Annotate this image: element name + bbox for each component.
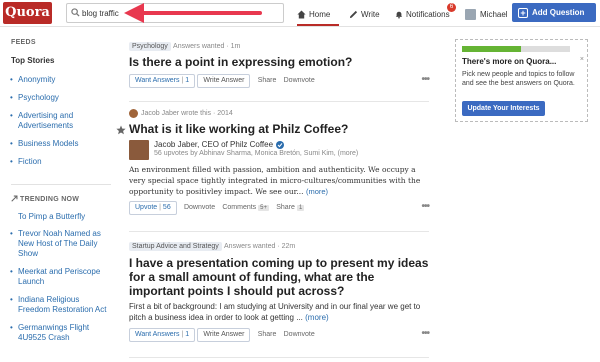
pencil-icon — [349, 10, 358, 18]
more-options-icon[interactable]: ••• — [421, 74, 429, 85]
downvote-button[interactable]: Downvote — [284, 331, 315, 338]
question-title[interactable]: I have a presentation coming up to prese… — [129, 256, 429, 298]
sidebar-item-advertising[interactable]: Advertising and Advertisements — [8, 111, 108, 131]
more-link[interactable]: (more) — [306, 187, 328, 196]
downvote-button[interactable]: Downvote — [184, 204, 215, 211]
nav-write-label: Write — [361, 9, 380, 19]
trending-item[interactable]: To Pimp a Butterfly — [8, 212, 108, 221]
comments-count: 5+ — [258, 205, 270, 211]
trending-item[interactable]: Meerkat and Periscope Launch — [8, 267, 108, 287]
home-icon — [297, 9, 306, 19]
answer-preview-text: An environment filled with passion, ambi… — [129, 165, 421, 196]
trending-arrow-icon — [11, 195, 18, 202]
feed-divider — [129, 357, 429, 358]
notifications-count-badge: 6 — [447, 3, 456, 12]
feed-divider — [129, 101, 429, 102]
card-title: There's more on Quora... — [462, 57, 557, 66]
onboarding-card: × There's more on Quora... Pick new peop… — [455, 39, 588, 122]
share-button[interactable]: Share — [258, 331, 277, 338]
feed-item-answer: Jacob Jaber wrote this · 2014 What is it… — [116, 109, 430, 215]
plus-icon: + — [518, 7, 528, 18]
want-answers-label: Want Answers — [135, 77, 180, 84]
question-meta: Answers wanted · 22m — [224, 243, 296, 250]
feed-item-question: Psychology Answers wanted · 1m Is there … — [129, 41, 430, 88]
share-label: Share — [276, 204, 295, 211]
nav-notifications[interactable]: Notifications — [395, 6, 450, 22]
more-link[interactable]: (more) — [305, 313, 329, 322]
share-button[interactable]: Share 1 — [276, 204, 305, 211]
annotation-arrow-icon — [124, 3, 262, 23]
feeds-heading: FEEDS — [11, 39, 36, 46]
nav-user[interactable]: Michael — [465, 6, 508, 22]
add-question-button[interactable]: + Add Question — [512, 3, 596, 22]
nav-home-label: Home — [309, 9, 331, 19]
question-title[interactable]: What is it like working at Philz Coffee? — [129, 122, 429, 136]
feed-item-question: Startup Advice and Strategy Answers want… — [129, 241, 430, 342]
answer-meta: Jacob Jaber wrote this · 2014 — [141, 110, 233, 117]
author-name[interactable]: Jacob Jaber, CEO of Philz Coffee — [154, 140, 273, 149]
nav-write[interactable]: Write — [349, 6, 380, 22]
sidebar-item-psychology[interactable]: Psychology — [8, 93, 108, 103]
downvote-button[interactable]: Downvote — [284, 77, 315, 84]
comments-button[interactable]: Comments 5+ — [222, 204, 270, 211]
bell-icon — [395, 11, 403, 18]
trending-heading-label: TRENDING NOW — [20, 196, 80, 203]
author-avatar[interactable] — [129, 140, 149, 160]
share-button[interactable]: Share — [258, 77, 277, 84]
want-answers-count: 1 — [185, 77, 190, 84]
user-avatar — [465, 8, 476, 20]
more-options-icon[interactable]: ••• — [421, 328, 429, 339]
trending-heading: TRENDING NOW — [11, 195, 79, 203]
interests-progress-bar — [462, 46, 570, 52]
want-answers-button[interactable]: Want Answers | 1 — [129, 74, 196, 88]
sidebar-divider — [11, 184, 111, 185]
add-question-label: Add Question — [532, 8, 585, 17]
answer-preview: An environment filled with passion, ambi… — [129, 164, 429, 197]
search-icon — [71, 8, 80, 17]
author-avatar-small — [129, 109, 138, 118]
want-answers-label: Want Answers — [135, 331, 180, 338]
write-answer-button[interactable]: Write Answer — [197, 328, 251, 342]
write-answer-button[interactable]: Write Answer — [197, 74, 251, 88]
nav-notifications-label: Notifications — [406, 9, 450, 19]
trending-list: To Pimp a Butterfly Trevor Noah Named as… — [8, 212, 108, 351]
nav-user-label: Michael — [480, 9, 508, 19]
question-meta: Answers wanted · 1m — [173, 43, 241, 50]
topic-tag[interactable]: Psychology — [129, 42, 171, 51]
feed-divider — [129, 231, 429, 232]
upvote-button[interactable]: Upvote | 56 — [129, 201, 177, 215]
more-options-icon[interactable]: ••• — [421, 201, 429, 212]
verified-icon — [276, 140, 285, 149]
card-text: Pick new people and topics to follow and… — [462, 71, 575, 87]
upvote-count: 56 — [162, 204, 171, 211]
quora-logo[interactable]: Quora — [3, 2, 52, 24]
close-icon[interactable]: × — [580, 56, 584, 63]
trending-item[interactable]: Indiana Religious Freedom Restoration Ac… — [8, 295, 108, 315]
nav-home[interactable]: Home — [297, 4, 339, 26]
sidebar-item-anonymity[interactable]: Anonymity — [8, 75, 108, 85]
feeds-list: Top Stories Anonymity Psychology Adverti… — [8, 56, 108, 175]
star-icon[interactable] — [116, 125, 126, 135]
comments-label: Comments — [222, 204, 257, 211]
sidebar-item-fiction[interactable]: Fiction — [8, 157, 108, 167]
update-interests-button[interactable]: Update Your Interests — [462, 101, 545, 116]
upvote-label: Upvote — [135, 204, 158, 211]
top-header: Quora Home Write Notifications 6 Michael — [0, 0, 600, 27]
want-answers-count: 1 — [185, 331, 190, 338]
interests-progress-fill — [462, 46, 522, 52]
upvoted-by: 56 upvotes by Abhinav Sharma, Monica Bre… — [154, 150, 359, 157]
share-count: 1 — [296, 205, 305, 211]
topic-tag[interactable]: Startup Advice and Strategy — [129, 242, 222, 251]
question-title[interactable]: Is there a point in expressing emotion? — [129, 55, 429, 69]
sidebar-item-business-models[interactable]: Business Models — [8, 139, 108, 149]
sidebar-item-top-stories[interactable]: Top Stories — [8, 56, 108, 65]
trending-item[interactable]: Trevor Noah Named as New Host of The Dai… — [8, 229, 108, 259]
want-answers-button[interactable]: Want Answers | 1 — [129, 328, 196, 342]
trending-item[interactable]: Germanwings Flight 4U9525 Crash — [8, 323, 108, 343]
question-details: First a bit of background: I am studying… — [129, 301, 429, 323]
question-details-text: First a bit of background: I am studying… — [129, 302, 421, 322]
